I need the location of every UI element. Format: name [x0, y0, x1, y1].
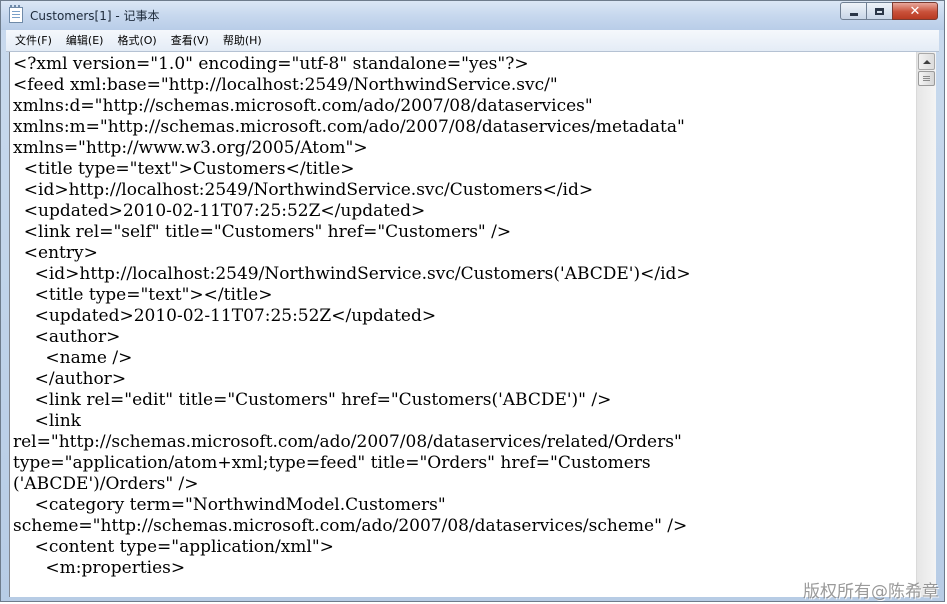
text-line: type="application/atom+xml;type=feed" ti… [13, 453, 651, 473]
minimize-button[interactable] [840, 2, 867, 20]
notepad-icon[interactable] [9, 5, 23, 23]
text-line: xmlns:d="http://schemas.microsoft.com/ad… [13, 96, 593, 116]
menu-bar: 文件(F) 编辑(E) 格式(O) 查看(V) 帮助(H) [6, 30, 939, 52]
grip-icon [923, 76, 930, 81]
text-line: <link [13, 411, 81, 431]
close-button[interactable]: ✕ [892, 2, 938, 20]
close-icon: ✕ [909, 3, 921, 19]
vertical-scrollbar[interactable] [916, 52, 936, 597]
text-line: <author> [13, 327, 121, 347]
notepad-window: Customers[1] - 记事本 ✕ 文件(F) 编辑(E) 格式(O) 查… [0, 0, 945, 602]
menu-format[interactable]: 格式(O) [112, 31, 161, 50]
title-bar[interactable]: Customers[1] - 记事本 ✕ [1, 1, 944, 30]
menu-view[interactable]: 查看(V) [166, 31, 214, 50]
text-line: <updated>2010-02-11T07:25:52Z</updated> [13, 306, 437, 326]
text-line: <title type="text"></title> [13, 285, 273, 305]
text-editor[interactable]: <?xml version="1.0" encoding="utf-8" sta… [9, 52, 917, 597]
text-line: <title type="text">Customers</title> [13, 159, 355, 179]
text-line: xmlns="http://www.w3.org/2005/Atom"> [13, 138, 368, 158]
text-line: <m:properties> [13, 558, 186, 578]
text-line: ('ABCDE')/Orders" /> [13, 474, 199, 494]
maximize-icon [875, 7, 884, 15]
maximize-button[interactable] [866, 2, 893, 20]
text-line: <link rel="self" title="Customers" href=… [13, 222, 512, 242]
text-line: scheme="http://schemas.microsoft.com/ado… [13, 516, 688, 536]
text-line: </author> [13, 369, 127, 389]
arrow-up-icon [922, 59, 931, 64]
document-text[interactable]: <?xml version="1.0" encoding="utf-8" sta… [10, 52, 917, 579]
text-line: <name /> [13, 348, 133, 368]
window-title: Customers[1] - 记事本 [30, 9, 160, 23]
text-line: <feed xml:base="http://localhost:2549/No… [13, 75, 558, 95]
text-line: xmlns:m="http://schemas.microsoft.com/ad… [13, 117, 685, 137]
text-line: <content type="application/xml"> [13, 537, 334, 557]
text-line: <category term="NorthwindModel.Customers… [13, 495, 446, 515]
scroll-up-button[interactable] [918, 53, 935, 70]
watermark: 版权所有@陈希章 [803, 582, 939, 602]
minimize-icon [849, 12, 858, 16]
text-line: <id>http://localhost:2549/NorthwindServi… [13, 180, 594, 200]
text-line: <id>http://localhost:2549/NorthwindServi… [13, 264, 691, 284]
text-line: <entry> [13, 243, 98, 263]
menu-edit[interactable]: 编辑(E) [61, 31, 109, 50]
menu-help[interactable]: 帮助(H) [218, 31, 267, 50]
caption-buttons: ✕ [840, 2, 938, 20]
menu-file[interactable]: 文件(F) [10, 31, 57, 50]
scroll-thumb[interactable] [918, 71, 935, 86]
text-line: <link rel="edit" title="Customers" href=… [13, 390, 612, 410]
text-line: <?xml version="1.0" encoding="utf-8" sta… [13, 54, 529, 74]
text-line: <updated>2010-02-11T07:25:52Z</updated> [13, 201, 426, 221]
text-line: rel="http://schemas.microsoft.com/ado/20… [13, 432, 682, 452]
